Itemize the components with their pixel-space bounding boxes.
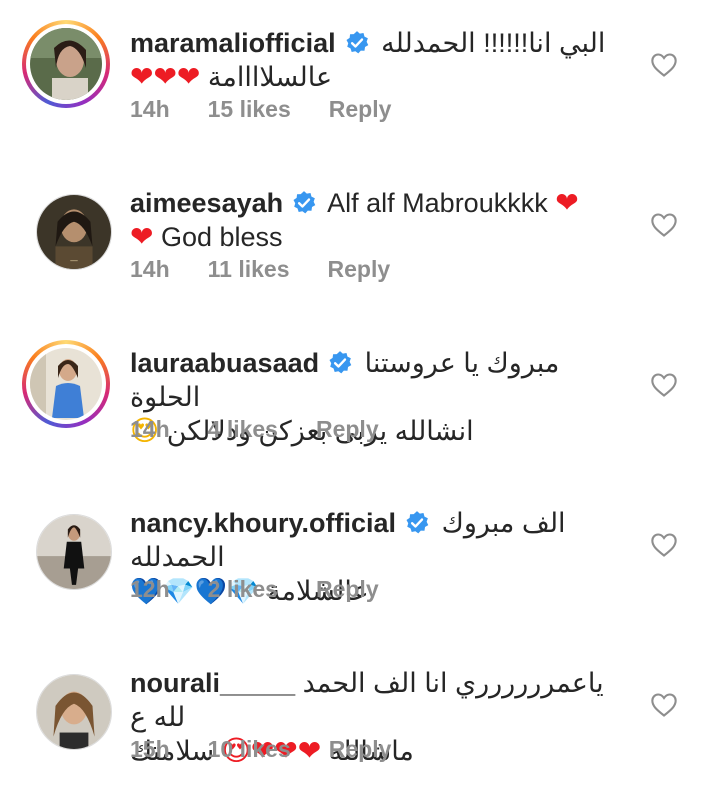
- comment-meta: 14h 11 likes Reply: [130, 256, 428, 283]
- verified-badge-icon: [406, 511, 429, 534]
- likes-count[interactable]: 2 likes: [208, 576, 278, 602]
- heart-like-icon[interactable]: [650, 52, 678, 78]
- verified-badge-icon: [329, 351, 352, 374]
- comment-time: 14h: [130, 256, 170, 282]
- username[interactable]: maramaliofficial: [130, 28, 336, 58]
- username[interactable]: nourali_____: [130, 668, 295, 698]
- verified-badge-icon: [346, 31, 368, 54]
- likes-count[interactable]: 15 likes: [208, 96, 291, 122]
- reply-button[interactable]: Reply: [329, 736, 392, 762]
- comment-text-line2: God bless: [160, 222, 283, 252]
- likes-count[interactable]: 10 likes: [208, 736, 291, 762]
- avatar[interactable]: [36, 674, 112, 750]
- comment-body: aimeesayah Alf alf Mabroukkkk ❤ ❤ God bl…: [130, 186, 630, 254]
- comment-time: 12h: [130, 576, 170, 602]
- comment-meta: 14h 4 likes Reply: [130, 416, 417, 443]
- heart-like-icon[interactable]: [650, 692, 678, 718]
- reply-button[interactable]: Reply: [328, 256, 391, 282]
- reply-button[interactable]: Reply: [329, 96, 392, 122]
- likes-count[interactable]: 4 likes: [208, 416, 278, 442]
- heart-like-icon[interactable]: [650, 212, 678, 238]
- heart-like-icon[interactable]: [650, 532, 678, 558]
- comment-meta: 14h 15 likes Reply: [130, 96, 429, 123]
- svg-text:—: —: [70, 255, 78, 265]
- verified-badge-icon: [293, 191, 316, 214]
- comment-time: 14h: [130, 416, 170, 442]
- avatar-wrap[interactable]: —: [22, 180, 112, 270]
- avatar[interactable]: [30, 28, 102, 100]
- heart-emoji: ❤: [555, 187, 579, 218]
- comment-time: 15h: [130, 736, 170, 762]
- comment-text-line1: Alf alf Mabroukkkk: [327, 188, 548, 218]
- avatar-wrap[interactable]: [22, 660, 112, 750]
- comment-text-line2: عالسلاااامة: [207, 62, 333, 92]
- comment-item: nancy.khoury.official الف مبروك الحمدلله…: [0, 480, 720, 640]
- likes-count[interactable]: 11 likes: [208, 256, 290, 282]
- comment-time: 14h: [130, 96, 170, 122]
- reply-button[interactable]: Reply: [316, 576, 379, 602]
- avatar-wrap[interactable]: [22, 500, 112, 590]
- comment-item: — aimeesayah Alf alf Mabroukkkk ❤ ❤ God …: [0, 160, 720, 320]
- comment-item: nourali_____ ياعمرررررري انا الف الحمد ل…: [0, 640, 720, 800]
- comment-text-line1: البي انا!!!!!! الحمدلله: [381, 28, 606, 58]
- avatar-story-ring[interactable]: [22, 340, 110, 428]
- avatar[interactable]: [30, 348, 102, 420]
- heart-like-icon[interactable]: [650, 372, 678, 398]
- username[interactable]: nancy.khoury.official: [130, 508, 396, 538]
- comment-body: maramaliofficial البي انا!!!!!! الحمدلله…: [130, 26, 630, 94]
- avatar[interactable]: —: [36, 194, 112, 270]
- hearts-emoji: ❤❤❤: [130, 61, 201, 92]
- comment-meta: 12h 2 likes Reply: [130, 576, 417, 603]
- username[interactable]: aimeesayah: [130, 188, 283, 218]
- comment-item: maramaliofficial البي انا!!!!!! الحمدلله…: [0, 0, 720, 160]
- heart-emoji: ❤: [130, 221, 154, 252]
- avatar[interactable]: [36, 514, 112, 590]
- comment-meta: 15h 10 likes Reply: [130, 736, 429, 763]
- reply-button[interactable]: Reply: [316, 416, 379, 442]
- username[interactable]: lauraabuasaad: [130, 348, 319, 378]
- comment-item: lauraabuasaad مبروك يا عروستنا الحلوة 😍 …: [0, 320, 720, 480]
- avatar-story-ring[interactable]: [22, 20, 110, 108]
